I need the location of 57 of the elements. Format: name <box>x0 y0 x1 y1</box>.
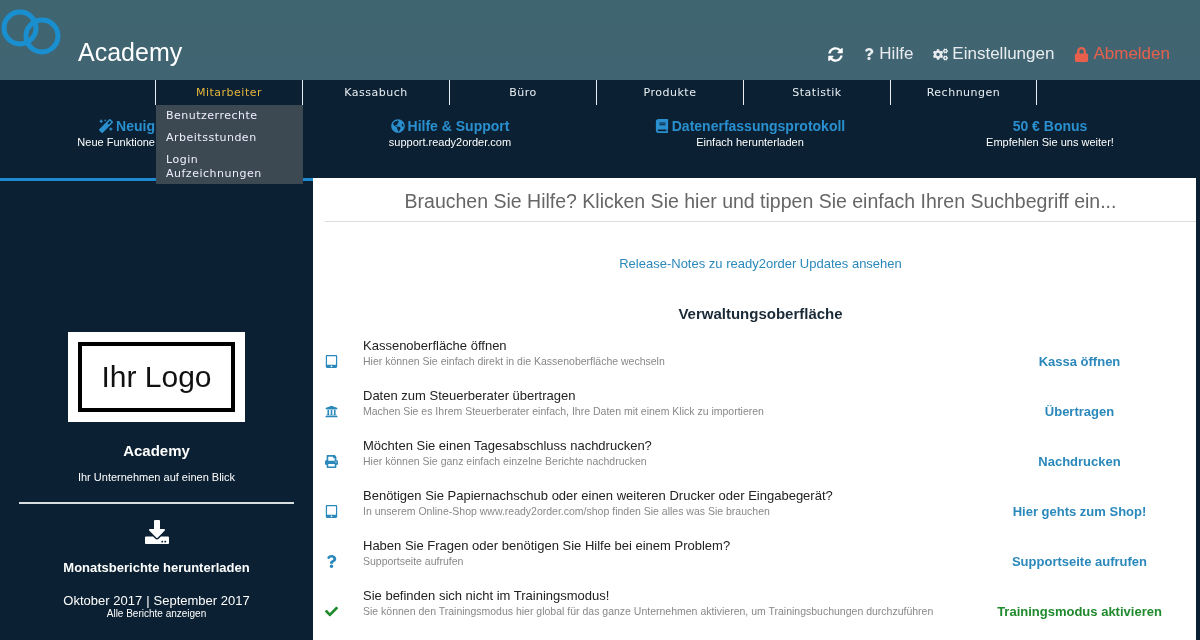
info-text: Empfehlen Sie uns weiter! <box>986 136 1114 148</box>
info-text: Einfach herunterladen <box>696 136 804 148</box>
row-description: In unserem Online-Shop www.ready2order.com/shop finden Sie alles was Sie brauchen <box>363 505 771 517</box>
info-text: Neue Funktione <box>77 136 155 148</box>
lock-icon <box>1074 46 1090 62</box>
info-link[interactable]: Hilfe & Support <box>390 118 510 134</box>
help-link[interactable]: Hilfe <box>863 44 914 64</box>
logo-text: Ihr Logo <box>78 342 235 412</box>
help-icon <box>863 48 876 60</box>
globe-icon <box>390 119 405 133</box>
month-link[interactable]: September 2017 <box>153 593 250 608</box>
nav-tab[interactable]: Kassabuch <box>303 80 449 105</box>
menu-item[interactable]: Benutzerrechte <box>166 109 293 123</box>
row-title: Kassenoberfläche öffnen <box>363 338 508 353</box>
month-link[interactable]: Oktober 2017 <box>63 593 143 608</box>
action-link[interactable]: Nachdrucken <box>1038 453 1121 469</box>
separator: | <box>146 593 150 608</box>
app-title: Academy <box>78 38 183 67</box>
action-link[interactable]: Supportseite aufrufen <box>1011 553 1148 569</box>
nav-tab[interactable]: Büro <box>450 80 596 105</box>
row-description: Hier können Sie einfach direkt in die Kassenoberfläche wechseln <box>363 355 666 367</box>
row-description: Hier können Sie ganz einfach einzelne Berichte nachdrucken <box>363 455 648 467</box>
menu-item[interactable]: Login Aufzeichnungen <box>166 153 293 181</box>
reports-title: Monatsberichte herunterladen <box>63 560 250 575</box>
info-link[interactable]: Neuig <box>99 118 155 134</box>
row-description: Supportseite aufrufen <box>363 555 465 567</box>
row-title: Haben Sie Fragen oder benötigen Sie Hilfe bei einem Problem? <box>363 538 732 553</box>
action-link[interactable]: Kassa öffnen <box>1038 353 1121 369</box>
wand-icon <box>99 119 114 133</box>
info-link[interactable]: Datenerfassungsprotokoll <box>654 118 846 134</box>
row-title: Möchten Sie einen Tagesabschluss nachdrucken? <box>363 438 653 453</box>
search-prompt[interactable]: Brauchen Sie Hilfe? Klicken Sie hier und tippen Sie einfach Ihren Suchbegriff ein... <box>325 190 1196 222</box>
info-text: support.ready2order.com <box>388 136 512 148</box>
all-reports-link[interactable]: Alle Berichte anzeigen <box>106 608 207 619</box>
nav-tab[interactable]: Produkte <box>597 80 743 105</box>
nav-tab[interactable]: Statistik <box>744 80 890 105</box>
row-description: Sie können den Trainingsmodus hier global für das ganze Unternehmen aktivieren, um Trainingsbuchungen durchzuführen <box>363 605 935 617</box>
menu-item[interactable]: Arbeitsstunden <box>166 131 293 145</box>
action-link[interactable]: Übertragen <box>1044 403 1115 419</box>
book-icon <box>654 119 669 133</box>
tagline: Ihr Unternehmen auf einen Blick <box>77 471 236 483</box>
release-notes-link[interactable]: Release-Notes zu ready2order Updates ansehen <box>325 256 1196 271</box>
action-link[interactable]: Hier gehts zum Shop! <box>1012 503 1147 519</box>
row-title: Benötigen Sie Papiernachschub oder einen weiteren Drucker oder Eingabegerät? <box>363 488 834 503</box>
nav-tab[interactable]: Rechnungen <box>891 80 1036 105</box>
company-name: Academy <box>123 442 190 459</box>
gears-icon <box>933 46 949 62</box>
info-link[interactable]: 50 € Bonus <box>1012 118 1088 134</box>
section-heading: Verwaltungsoberfläche <box>677 305 844 322</box>
nav-tab[interactable]: Mitarbeiter <box>156 80 302 105</box>
row-title: Daten zum Steuerberater übertragen <box>363 388 577 403</box>
row-description: Machen Sie es Ihrem Steuerberater einfach, Ihre Daten mit einem Klick zu importieren <box>363 405 765 417</box>
download-icon[interactable] <box>144 520 169 544</box>
settings-link[interactable]: Einstellungen <box>933 44 1055 64</box>
action-link[interactable]: Trainingsmodus aktivieren <box>997 603 1162 619</box>
row-title: Sie befinden sich nicht im Trainingsmodus! <box>363 588 611 603</box>
refresh-icon[interactable] <box>828 46 844 62</box>
